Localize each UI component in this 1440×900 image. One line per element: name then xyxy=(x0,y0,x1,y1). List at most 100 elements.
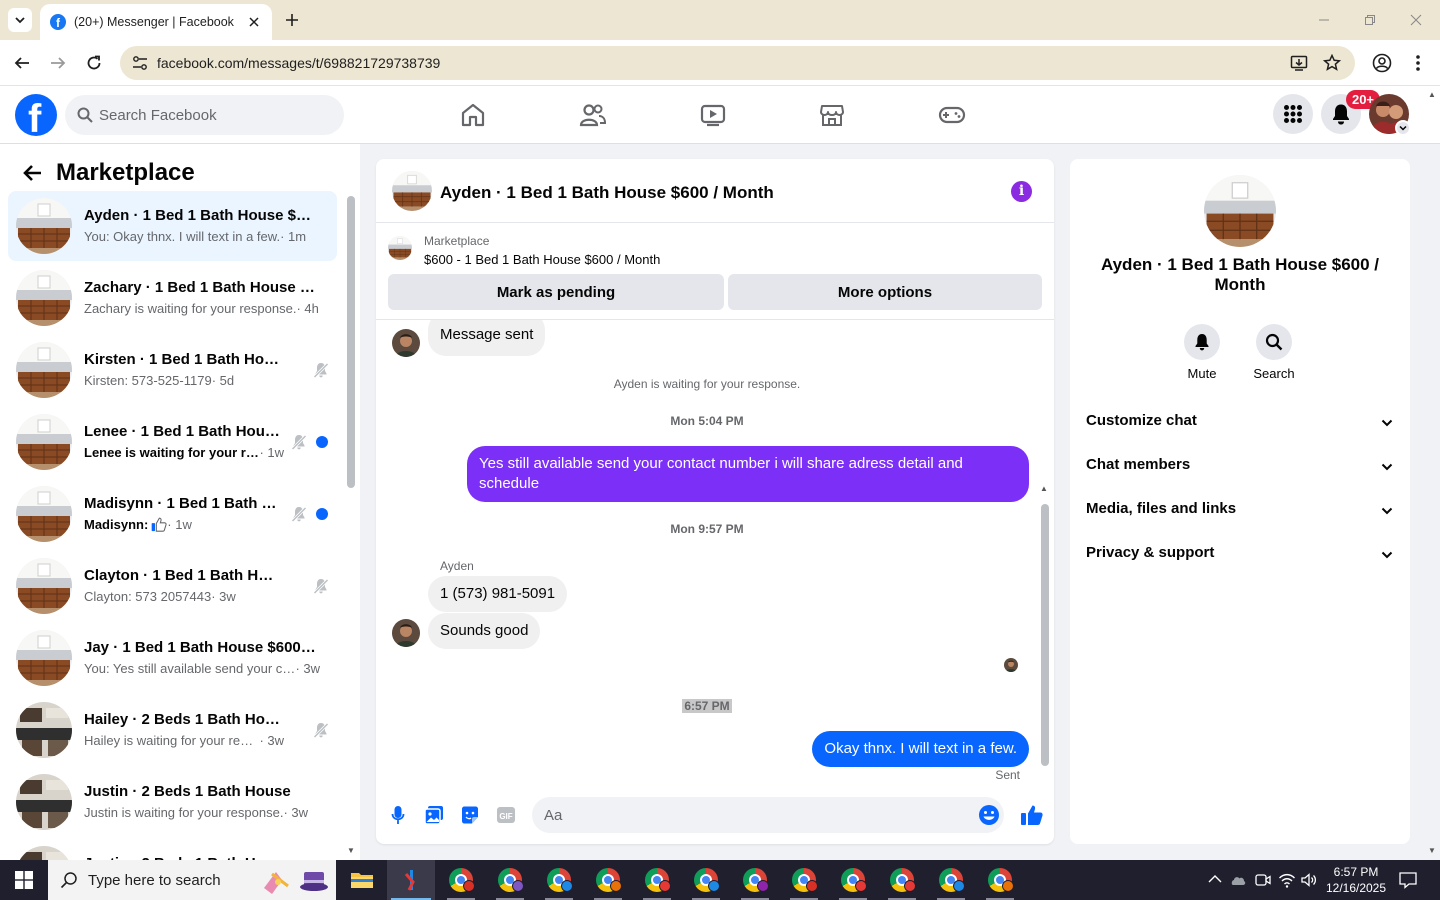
scroll-down-arrow[interactable]: ▼ xyxy=(347,846,355,855)
chevron-up-icon[interactable] xyxy=(1206,871,1224,889)
conversation-item[interactable]: Justin · 2 Beds 1 Bath House xyxy=(8,839,337,860)
account-chevron[interactable] xyxy=(1395,120,1411,136)
conversation-item[interactable]: Hailey · 2 Beds 1 Bath House Hailey is wa… xyxy=(8,695,337,765)
customize-chat-section[interactable]: Customize chat xyxy=(1086,412,1394,436)
conversation-item[interactable]: Clayton · 1 Bed 1 Bath House $600 / Mont… xyxy=(8,551,337,621)
info-name: Ayden · 1 Bed 1 Bath House $600 / Month xyxy=(1100,255,1380,294)
address-bar[interactable]: facebook.com/messages/t/698821729738739 xyxy=(120,46,1355,80)
forward-button[interactable] xyxy=(47,52,69,74)
search-input[interactable] xyxy=(99,95,329,135)
tab-close-icon[interactable] xyxy=(246,14,262,30)
conversation-item[interactable]: Kirsten · 1 Bed 1 Bath House $600 / Mont… xyxy=(8,335,337,405)
taskbar-chrome-window[interactable] xyxy=(829,860,877,900)
bookmark-star-icon[interactable] xyxy=(1323,54,1341,72)
taskbar-search[interactable]: Type here to search xyxy=(48,860,336,900)
search-action[interactable]: Search xyxy=(1244,324,1304,381)
site-settings-icon[interactable] xyxy=(132,55,148,71)
back-button[interactable] xyxy=(11,52,33,74)
gif-button[interactable]: GIF xyxy=(494,803,518,827)
start-button[interactable] xyxy=(0,860,48,900)
menu-button[interactable] xyxy=(1273,94,1313,134)
meet-now-icon[interactable] xyxy=(1254,871,1272,889)
snippet-text: Justin is waiting for your response. xyxy=(84,805,284,820)
minimize-button[interactable] xyxy=(1314,10,1334,30)
wifi-icon[interactable] xyxy=(1278,871,1296,889)
conversation-item[interactable]: Madisynn · 1 Bed 1 Bath House $600 / Mon… xyxy=(8,479,337,549)
like-button[interactable] xyxy=(1020,803,1044,827)
taskbar-file-explorer[interactable] xyxy=(338,860,386,900)
voice-clip-button[interactable] xyxy=(386,803,410,827)
back-button[interactable] xyxy=(20,161,44,185)
restore-button[interactable] xyxy=(1360,10,1380,30)
sticker-button[interactable] xyxy=(458,803,482,827)
taskbar-chrome-window[interactable] xyxy=(486,860,534,900)
attach-media-button[interactable] xyxy=(422,803,446,827)
tab-title: (20+) Messenger | Facebook xyxy=(74,15,234,29)
reload-button[interactable] xyxy=(83,52,105,74)
taskbar-chrome-window[interactable] xyxy=(437,860,485,900)
conversation-avatar xyxy=(16,774,72,830)
conversation-item[interactable]: Zachary · 1 Bed 1 Bath House $600 / Mont… xyxy=(8,263,337,333)
profile-icon[interactable] xyxy=(1372,53,1392,73)
mute-action[interactable]: Mute xyxy=(1172,324,1232,381)
taskbar-chrome-window[interactable] xyxy=(535,860,583,900)
facebook-search[interactable] xyxy=(65,95,344,135)
notification-center-icon[interactable] xyxy=(1398,870,1418,890)
nav-friends[interactable] xyxy=(578,100,608,130)
chat-scrollbar[interactable] xyxy=(1041,504,1049,766)
browser-tab[interactable]: f (20+) Messenger | Facebook xyxy=(40,4,272,40)
profile-badge-icon xyxy=(757,880,769,892)
privacy-support-section[interactable]: Privacy & support xyxy=(1086,544,1394,568)
cloud-icon[interactable] xyxy=(1229,871,1247,889)
tab-search-button[interactable] xyxy=(8,8,32,32)
mute-label: Mute xyxy=(1187,366,1217,381)
taskbar-app-active[interactable] xyxy=(387,860,435,900)
nav-gaming[interactable] xyxy=(937,100,967,130)
media-files-links-section[interactable]: Media, files and links xyxy=(1086,500,1394,524)
chat-members-section[interactable]: Chat members xyxy=(1086,456,1394,480)
conversation-item[interactable]: Lenee · 1 Bed 1 Bath House $600 / Month L… xyxy=(8,407,337,477)
more-options-button[interactable]: More options xyxy=(728,274,1042,310)
chat-avatar[interactable] xyxy=(392,171,432,211)
install-app-icon[interactable] xyxy=(1290,54,1308,72)
taskbar-chrome-window[interactable] xyxy=(584,860,632,900)
page-scroll-down-arrow[interactable]: ▼ xyxy=(1428,846,1436,855)
taskbar-chrome-window[interactable] xyxy=(731,860,779,900)
facebook-logo[interactable]: f xyxy=(15,94,57,136)
taskbar-chrome-window[interactable] xyxy=(976,860,1024,900)
chat-title[interactable]: Ayden · 1 Bed 1 Bath House $600 / Month xyxy=(440,183,774,203)
close-window-button[interactable] xyxy=(1406,10,1426,30)
taskbar-chrome-window[interactable] xyxy=(878,860,926,900)
muted-bell-icon xyxy=(312,577,330,595)
taskbar-chrome-window[interactable] xyxy=(780,860,828,900)
nav-home[interactable] xyxy=(458,100,488,130)
conversation-name: Zachary · 1 Bed 1 Bath House $600 / Mont… xyxy=(84,279,316,296)
snippet-time: · 3w xyxy=(259,733,284,748)
taskbar-chrome-window[interactable] xyxy=(682,860,730,900)
timestamp: Mon 5:04 PM xyxy=(670,414,744,428)
conversation-item[interactable]: Ayden · 1 Bed 1 Bath House $600 / Month Y… xyxy=(8,191,337,261)
search-icon xyxy=(60,872,77,889)
info-avatar[interactable] xyxy=(1204,175,1276,247)
emoji-icon[interactable] xyxy=(978,804,1000,826)
nav-video[interactable] xyxy=(698,100,728,130)
sidebar-scrollbar[interactable] xyxy=(347,196,355,488)
info-icon[interactable]: i xyxy=(1011,181,1032,202)
new-tab-button[interactable] xyxy=(282,10,302,30)
volume-icon[interactable] xyxy=(1300,871,1318,889)
message-input[interactable] xyxy=(544,797,964,833)
kebab-menu-icon[interactable] xyxy=(1412,53,1424,73)
conversation-avatar xyxy=(16,558,72,614)
scroll-up-arrow[interactable]: ▲ xyxy=(1040,484,1048,493)
taskbar-chrome-window[interactable] xyxy=(633,860,681,900)
conversation-item[interactable]: Jay · 1 Bed 1 Bath House $600 / Month You… xyxy=(8,623,337,693)
system-clock[interactable]: 6:57 PM 12/16/2025 xyxy=(1318,864,1394,896)
listing-thumbnail[interactable] xyxy=(388,236,412,260)
mark-as-pending-button[interactable]: Mark as pending xyxy=(388,274,724,310)
taskbar-chrome-window[interactable] xyxy=(927,860,975,900)
listing-title[interactable]: $600 - 1 Bed 1 Bath House $600 / Month xyxy=(424,252,660,267)
snippet-time: · 1w xyxy=(167,517,192,532)
conversation-item[interactable]: Justin · 2 Beds 1 Bath House Justin is wa… xyxy=(8,767,337,837)
nav-marketplace[interactable] xyxy=(817,100,847,130)
page-scroll-up-arrow[interactable]: ▲ xyxy=(1428,90,1436,99)
